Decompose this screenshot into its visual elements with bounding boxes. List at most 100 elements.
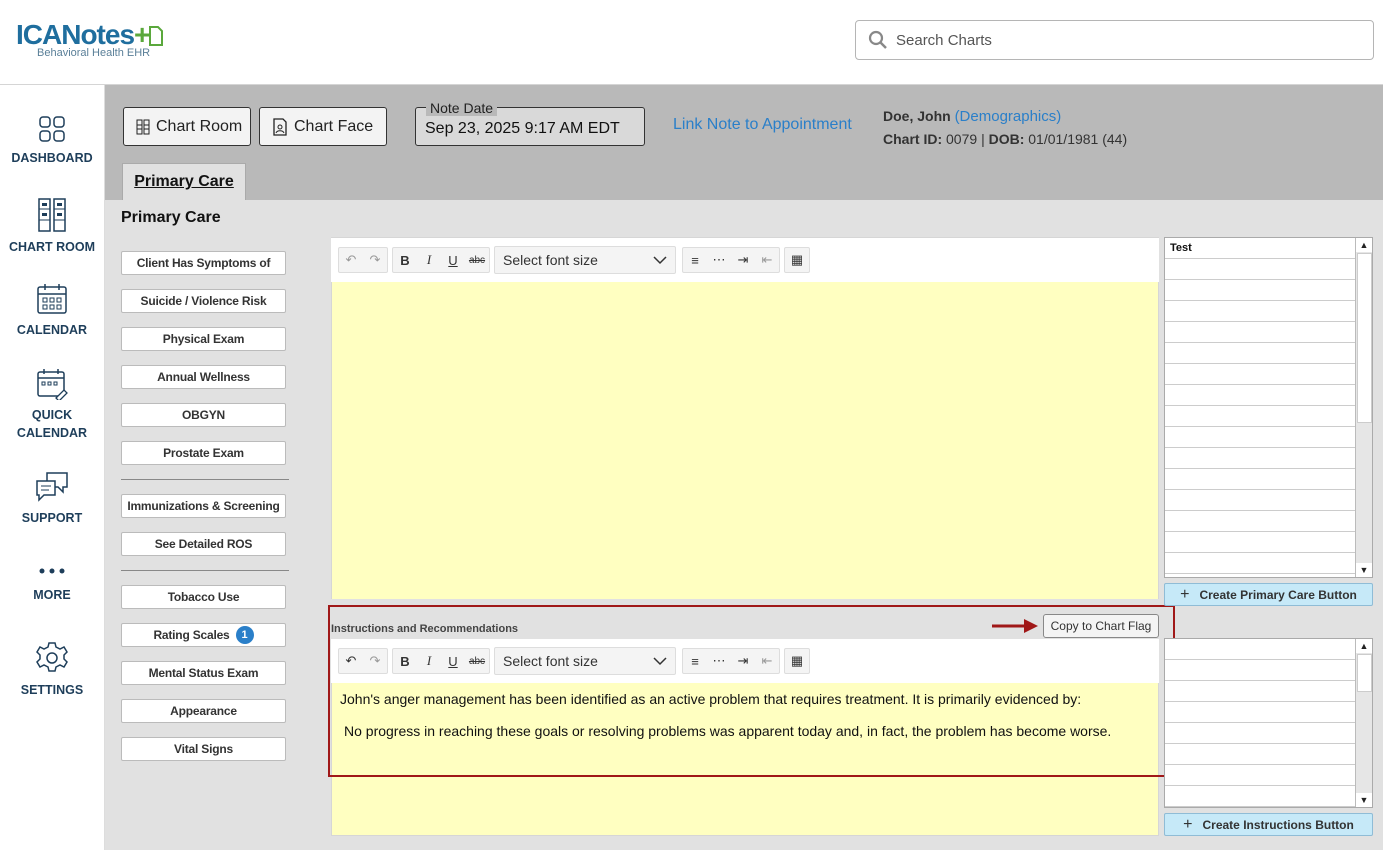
source-code-icon[interactable]: ▦ — [785, 248, 809, 272]
dob-value: 01/01/1981 (44) — [1028, 131, 1128, 147]
btn-prostate-exam[interactable]: Prostate Exam — [121, 441, 286, 465]
create-instructions-button[interactable]: + Create Instructions Button — [1164, 813, 1373, 836]
chart-face-label: Chart Face — [294, 117, 374, 135]
divider — [121, 570, 289, 571]
btn-vital-signs[interactable]: Vital Signs — [121, 737, 286, 761]
logo-plus-icon: + — [134, 19, 150, 50]
nav-settings-label: SETTINGS — [20, 683, 84, 697]
scroll-thumb[interactable] — [1357, 253, 1372, 423]
list-item[interactable] — [1165, 448, 1357, 469]
list-scrollbar[interactable]: ▲ ▼ — [1355, 238, 1372, 577]
support-icon — [36, 472, 68, 502]
list-item[interactable] — [1165, 639, 1357, 660]
nav-more[interactable]: MORE — [0, 562, 104, 604]
strikethrough-button[interactable]: abc — [465, 248, 489, 272]
nav-support[interactable]: SUPPORT — [0, 471, 104, 527]
list-item[interactable] — [1165, 553, 1357, 574]
underline-button[interactable]: U — [441, 248, 465, 272]
instructions-button-list[interactable]: ▲ ▼ — [1164, 638, 1373, 808]
scroll-up-icon[interactable]: ▲ — [1356, 238, 1372, 252]
btn-physical-exam[interactable]: Physical Exam — [121, 327, 286, 351]
list-item[interactable] — [1165, 786, 1357, 807]
nav-quick-calendar-label: QUICK — [31, 408, 73, 422]
list-item[interactable] — [1165, 469, 1357, 490]
btn-annual-wellness[interactable]: Annual Wellness — [121, 365, 286, 389]
list-item[interactable] — [1165, 385, 1357, 406]
chart-face-button[interactable]: Chart Face — [259, 107, 387, 146]
create-primary-care-button[interactable]: + Create Primary Care Button — [1164, 583, 1373, 606]
indent-icon[interactable]: ⇥ — [731, 248, 755, 272]
list-item[interactable] — [1165, 427, 1357, 448]
primary-care-button-list[interactable]: Test ▲ ▼ — [1164, 237, 1373, 578]
nav-settings[interactable]: SETTINGS — [0, 641, 104, 699]
btn-suicide-violence-risk[interactable]: Suicide / Violence Risk — [121, 289, 286, 313]
more-icon — [39, 568, 65, 574]
nav-dashboard[interactable]: DASHBOARD — [0, 115, 104, 167]
chart-id-value: 0079 — [946, 131, 978, 147]
btn-tobacco-use[interactable]: Tobacco Use — [121, 585, 286, 609]
list-item[interactable]: Test — [1165, 238, 1357, 259]
list-item[interactable] — [1165, 765, 1357, 786]
list-item[interactable] — [1165, 259, 1357, 280]
list-item[interactable] — [1165, 301, 1357, 322]
chart-face-icon — [273, 117, 287, 136]
logo-doc-icon — [149, 26, 164, 46]
unordered-list-icon[interactable]: ⋯ — [707, 248, 731, 272]
btn-obgyn[interactable]: OBGYN — [121, 403, 286, 427]
btn-label: Tobacco Use — [167, 590, 240, 604]
nav-quick-calendar[interactable]: QUICK CALENDAR — [0, 368, 104, 442]
logo-tagline: Behavioral Health EHR — [37, 47, 151, 59]
list-item[interactable] — [1165, 532, 1357, 553]
chart-id-label: Chart ID: — [883, 131, 943, 147]
list-item[interactable] — [1165, 702, 1357, 723]
search-placeholder: Search Charts — [896, 31, 992, 49]
list-item[interactable] — [1165, 723, 1357, 744]
list-item[interactable] — [1165, 660, 1357, 681]
scroll-thumb[interactable] — [1357, 654, 1372, 692]
quick-calendar-icon — [37, 369, 68, 400]
list-item[interactable] — [1165, 490, 1357, 511]
list-item[interactable] — [1165, 280, 1357, 301]
list-item[interactable] — [1165, 343, 1357, 364]
logo-text-b: Notes — [61, 19, 135, 50]
italic-button[interactable]: I — [417, 248, 441, 272]
list-scrollbar[interactable]: ▲ ▼ — [1355, 639, 1372, 807]
font-size-select[interactable]: Select font size — [494, 246, 676, 274]
scroll-up-icon[interactable]: ▲ — [1356, 639, 1372, 653]
source-group: ▦ — [784, 247, 810, 273]
undo-redo-group: ↶ ↷ — [338, 247, 388, 273]
list-item[interactable] — [1165, 681, 1357, 702]
note-date-field[interactable]: Note Date Sep 23, 2025 9:17 AM EDT — [415, 100, 645, 146]
list-item[interactable] — [1165, 511, 1357, 532]
chart-room-button[interactable]: Chart Room — [123, 107, 251, 146]
tab-primary-care[interactable]: Primary Care — [122, 163, 246, 200]
btn-appearance[interactable]: Appearance — [121, 699, 286, 723]
list-item[interactable] — [1165, 364, 1357, 385]
scroll-down-icon[interactable]: ▼ — [1356, 563, 1372, 577]
nav-calendar[interactable]: CALENDAR — [0, 283, 104, 339]
search-charts-input[interactable]: Search Charts — [855, 20, 1374, 60]
btn-immunizations-screening[interactable]: Immunizations & Screening — [121, 494, 286, 518]
btn-detailed-ros[interactable]: See Detailed ROS — [121, 532, 286, 556]
btn-client-symptoms[interactable]: Client Has Symptoms of — [121, 251, 286, 275]
redo-icon[interactable]: ↷ — [363, 248, 387, 272]
editor-toolbar-top: ↶ ↷ B I U abc Select font size ≡ ⋯ ⇥ ⇤ ▦ — [331, 238, 1159, 282]
link-note-to-appointment[interactable]: Link Note to Appointment — [673, 116, 852, 134]
btn-mental-status-exam[interactable]: Mental Status Exam — [121, 661, 286, 685]
list-item[interactable] — [1165, 406, 1357, 427]
app-logo[interactable]: ICANotes+ Behavioral Health EHR — [16, 19, 164, 59]
ordered-list-icon[interactable]: ≡ — [683, 248, 707, 272]
demographics-link[interactable]: (Demographics) — [955, 108, 1062, 125]
undo-icon[interactable]: ↶ — [339, 248, 363, 272]
btn-label: See Detailed ROS — [154, 537, 253, 551]
chart-room-label: Chart Room — [156, 117, 243, 135]
list-item[interactable] — [1165, 744, 1357, 765]
bold-button[interactable]: B — [393, 248, 417, 272]
nav-chart-room[interactable]: CHART ROOM — [0, 198, 104, 256]
plus-icon: + — [1180, 585, 1190, 603]
btn-rating-scales[interactable]: Rating Scales 1 — [121, 623, 286, 647]
outdent-icon[interactable]: ⇤ — [755, 248, 779, 272]
scroll-down-icon[interactable]: ▼ — [1356, 793, 1372, 807]
list-item[interactable] — [1165, 322, 1357, 343]
dob-label: DOB: — [988, 131, 1025, 147]
